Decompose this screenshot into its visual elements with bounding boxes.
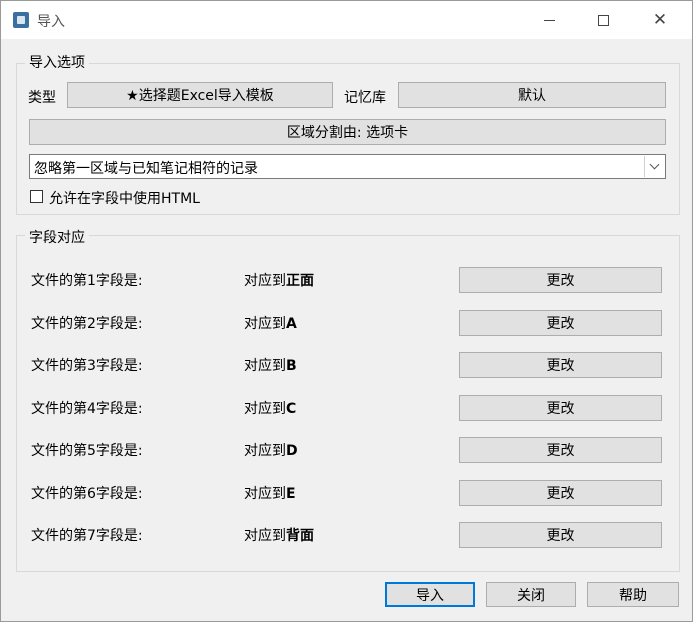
duplicate-mode-value: 忽略第一区域与已知笔记相符的记录 (34, 161, 258, 177)
title-bar: 导入 ✕ (1, 1, 692, 39)
deck-label: 记忆库 (344, 90, 386, 106)
field-target-name: E (286, 485, 296, 502)
field-target-prefix: 对应到 (244, 443, 286, 459)
field-target-name: 背面 (286, 528, 314, 544)
field-target-name: D (286, 443, 298, 459)
note-type-button[interactable]: ★选择题Excel导入模板 (67, 82, 333, 108)
change-field-button[interactable]: 更改 (459, 352, 662, 378)
deck-button[interactable]: 默认 (398, 82, 666, 108)
change-field-button[interactable]: 更改 (459, 267, 662, 293)
type-label: 类型 (28, 90, 56, 106)
change-field-button[interactable]: 更改 (459, 437, 662, 463)
field-target-label: 对应到A (244, 313, 297, 333)
field-source-label: 文件的第1字段是: (31, 273, 143, 289)
import-dialog: 导入 ✕ 导入选项 类型 ★选择题Excel导入模板 记忆库 默认 区域分割由:… (0, 0, 693, 622)
field-source-label: 文件的第2字段是: (31, 315, 143, 332)
close-icon: ✕ (652, 9, 668, 30)
field-target-name: C (286, 400, 297, 417)
field-target-prefix: 对应到 (244, 273, 286, 289)
field-target-label: 对应到背面 (244, 525, 314, 545)
field-source-label: 文件的第3字段是: (31, 358, 143, 374)
field-source-label: 文件的第6字段是: (31, 485, 143, 502)
maximize-button[interactable] (580, 1, 626, 39)
field-target-label: 对应到正面 (244, 270, 314, 290)
separator-button[interactable]: 区域分割由: 选项卡 (29, 119, 666, 145)
field-target-label: 对应到B (244, 355, 297, 375)
window-title: 导入 (37, 14, 65, 30)
field-target-prefix: 对应到 (244, 315, 286, 332)
field-target-label: 对应到C (244, 398, 296, 418)
allow-html-checkbox[interactable] (30, 190, 43, 203)
field-target-prefix: 对应到 (244, 528, 286, 544)
field-target-name: A (286, 315, 297, 332)
change-field-button[interactable]: 更改 (459, 309, 662, 336)
field-source-label: 文件的第5字段是: (31, 443, 143, 459)
change-field-button[interactable]: 更改 (459, 522, 662, 548)
close-button[interactable]: 关闭 (486, 582, 576, 607)
field-target-label: 对应到E (244, 483, 296, 503)
chevron-down-icon (649, 159, 660, 170)
field-target-prefix: 对应到 (244, 400, 286, 417)
minimize-button[interactable] (526, 1, 572, 39)
app-icon (13, 12, 29, 28)
field-source-label: 文件的第7字段是: (31, 528, 143, 544)
field-target-prefix: 对应到 (244, 358, 286, 374)
help-button[interactable]: 帮助 (587, 582, 679, 607)
import-button[interactable]: 导入 (385, 582, 475, 607)
import-options-label: 导入选项 (25, 52, 89, 72)
close-window-button[interactable]: ✕ (637, 1, 683, 39)
maximize-icon (597, 14, 609, 26)
dropdown-arrow[interactable] (644, 156, 664, 177)
duplicate-mode-select[interactable]: 忽略第一区域与已知笔记相符的记录 (29, 154, 666, 179)
field-target-name: 正面 (286, 273, 314, 289)
field-target-name: B (286, 358, 297, 374)
field-source-label: 文件的第4字段是: (31, 400, 143, 417)
field-target-label: 对应到D (244, 440, 298, 460)
field-mapping-label: 字段对应 (25, 227, 89, 247)
minimize-icon (543, 19, 555, 21)
allow-html-label: 允许在字段中使用HTML (49, 191, 200, 207)
change-field-button[interactable]: 更改 (459, 479, 662, 506)
change-field-button[interactable]: 更改 (459, 394, 662, 421)
field-target-prefix: 对应到 (244, 485, 286, 502)
